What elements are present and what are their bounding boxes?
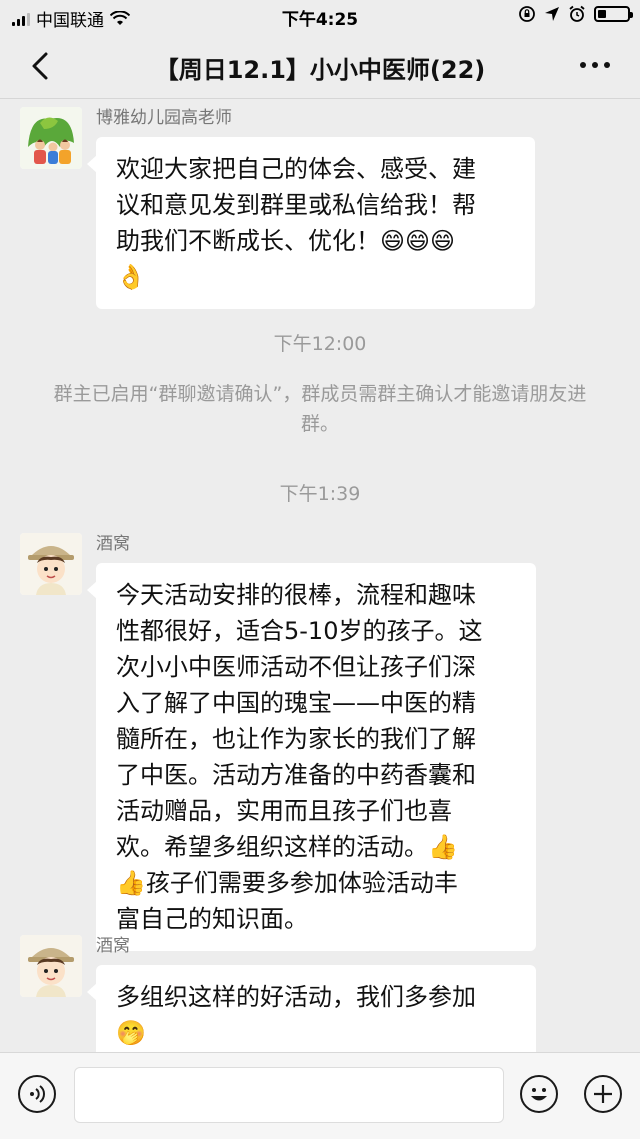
input-bar xyxy=(0,1052,640,1139)
message-bubble[interactable]: 欢迎大家把自己的体会、感受、建 议和意见发到群里或私信给我！帮 助我们不断成长、… xyxy=(87,137,535,309)
message-text: 多组织这样的好活动，我们多参加 🤭 xyxy=(116,983,476,1047)
plus-button[interactable] xyxy=(584,1075,622,1113)
more-dots-icon[interactable] xyxy=(580,62,610,68)
voice-button[interactable] xyxy=(18,1075,56,1113)
sender-name: 酒窝 xyxy=(96,936,130,956)
plus-icon xyxy=(594,1085,612,1103)
status-bar: 中国联通 下午4:25 xyxy=(0,0,640,34)
sender-name: 酒窝 xyxy=(96,534,130,554)
timestamp: 下午12:00 xyxy=(273,333,367,355)
battery-icon xyxy=(594,6,633,22)
message-bubble[interactable]: 多组织这样的好活动，我们多参加 🤭 xyxy=(87,965,536,1065)
voice-icon xyxy=(30,1085,45,1103)
system-notice: 群主已启用“群聊邀请确认”，群成员需群主确认才能邀请朋友进群。 xyxy=(53,383,587,435)
message-text: 今天活动安排的很棒，流程和趣味 性都很好，适合5-10岁的孩子。这 次小小中医师… xyxy=(116,581,483,933)
orientation-lock-icon xyxy=(519,6,535,22)
message-input[interactable] xyxy=(74,1067,504,1123)
chat-header: 【周日12.1】小小中医师(22) xyxy=(0,34,640,99)
avatar[interactable] xyxy=(20,107,82,169)
message-bubble[interactable]: 今天活动安排的很棒，流程和趣味 性都很好，适合5-10岁的孩子。这 次小小中医师… xyxy=(87,563,536,951)
message-text: 欢迎大家把自己的体会、感受、建 议和意见发到群里或私信给我！帮 助我们不断成长、… xyxy=(116,155,476,291)
avatar-cartoon-boy-icon xyxy=(20,935,82,997)
timestamp: 下午1:39 xyxy=(279,483,361,505)
message-list[interactable]: 博雅幼儿园高老师 欢迎大家把自己的体会、感受、建 议和意见发到群里或私信给我！帮… xyxy=(0,99,640,1065)
emoji-icon xyxy=(531,1088,547,1101)
alarm-icon xyxy=(569,5,585,22)
avatar[interactable] xyxy=(20,533,82,595)
emoji-button[interactable] xyxy=(520,1075,558,1113)
avatar[interactable] xyxy=(20,935,82,997)
sender-name: 博雅幼儿园高老师 xyxy=(96,108,232,128)
location-icon xyxy=(545,7,559,21)
avatar-cartoon-boy-icon xyxy=(20,533,82,595)
status-right xyxy=(518,5,633,23)
avatar-teacher-icon xyxy=(20,107,82,169)
chat-title: 【周日12.1】小小中医师(22) xyxy=(154,56,486,84)
